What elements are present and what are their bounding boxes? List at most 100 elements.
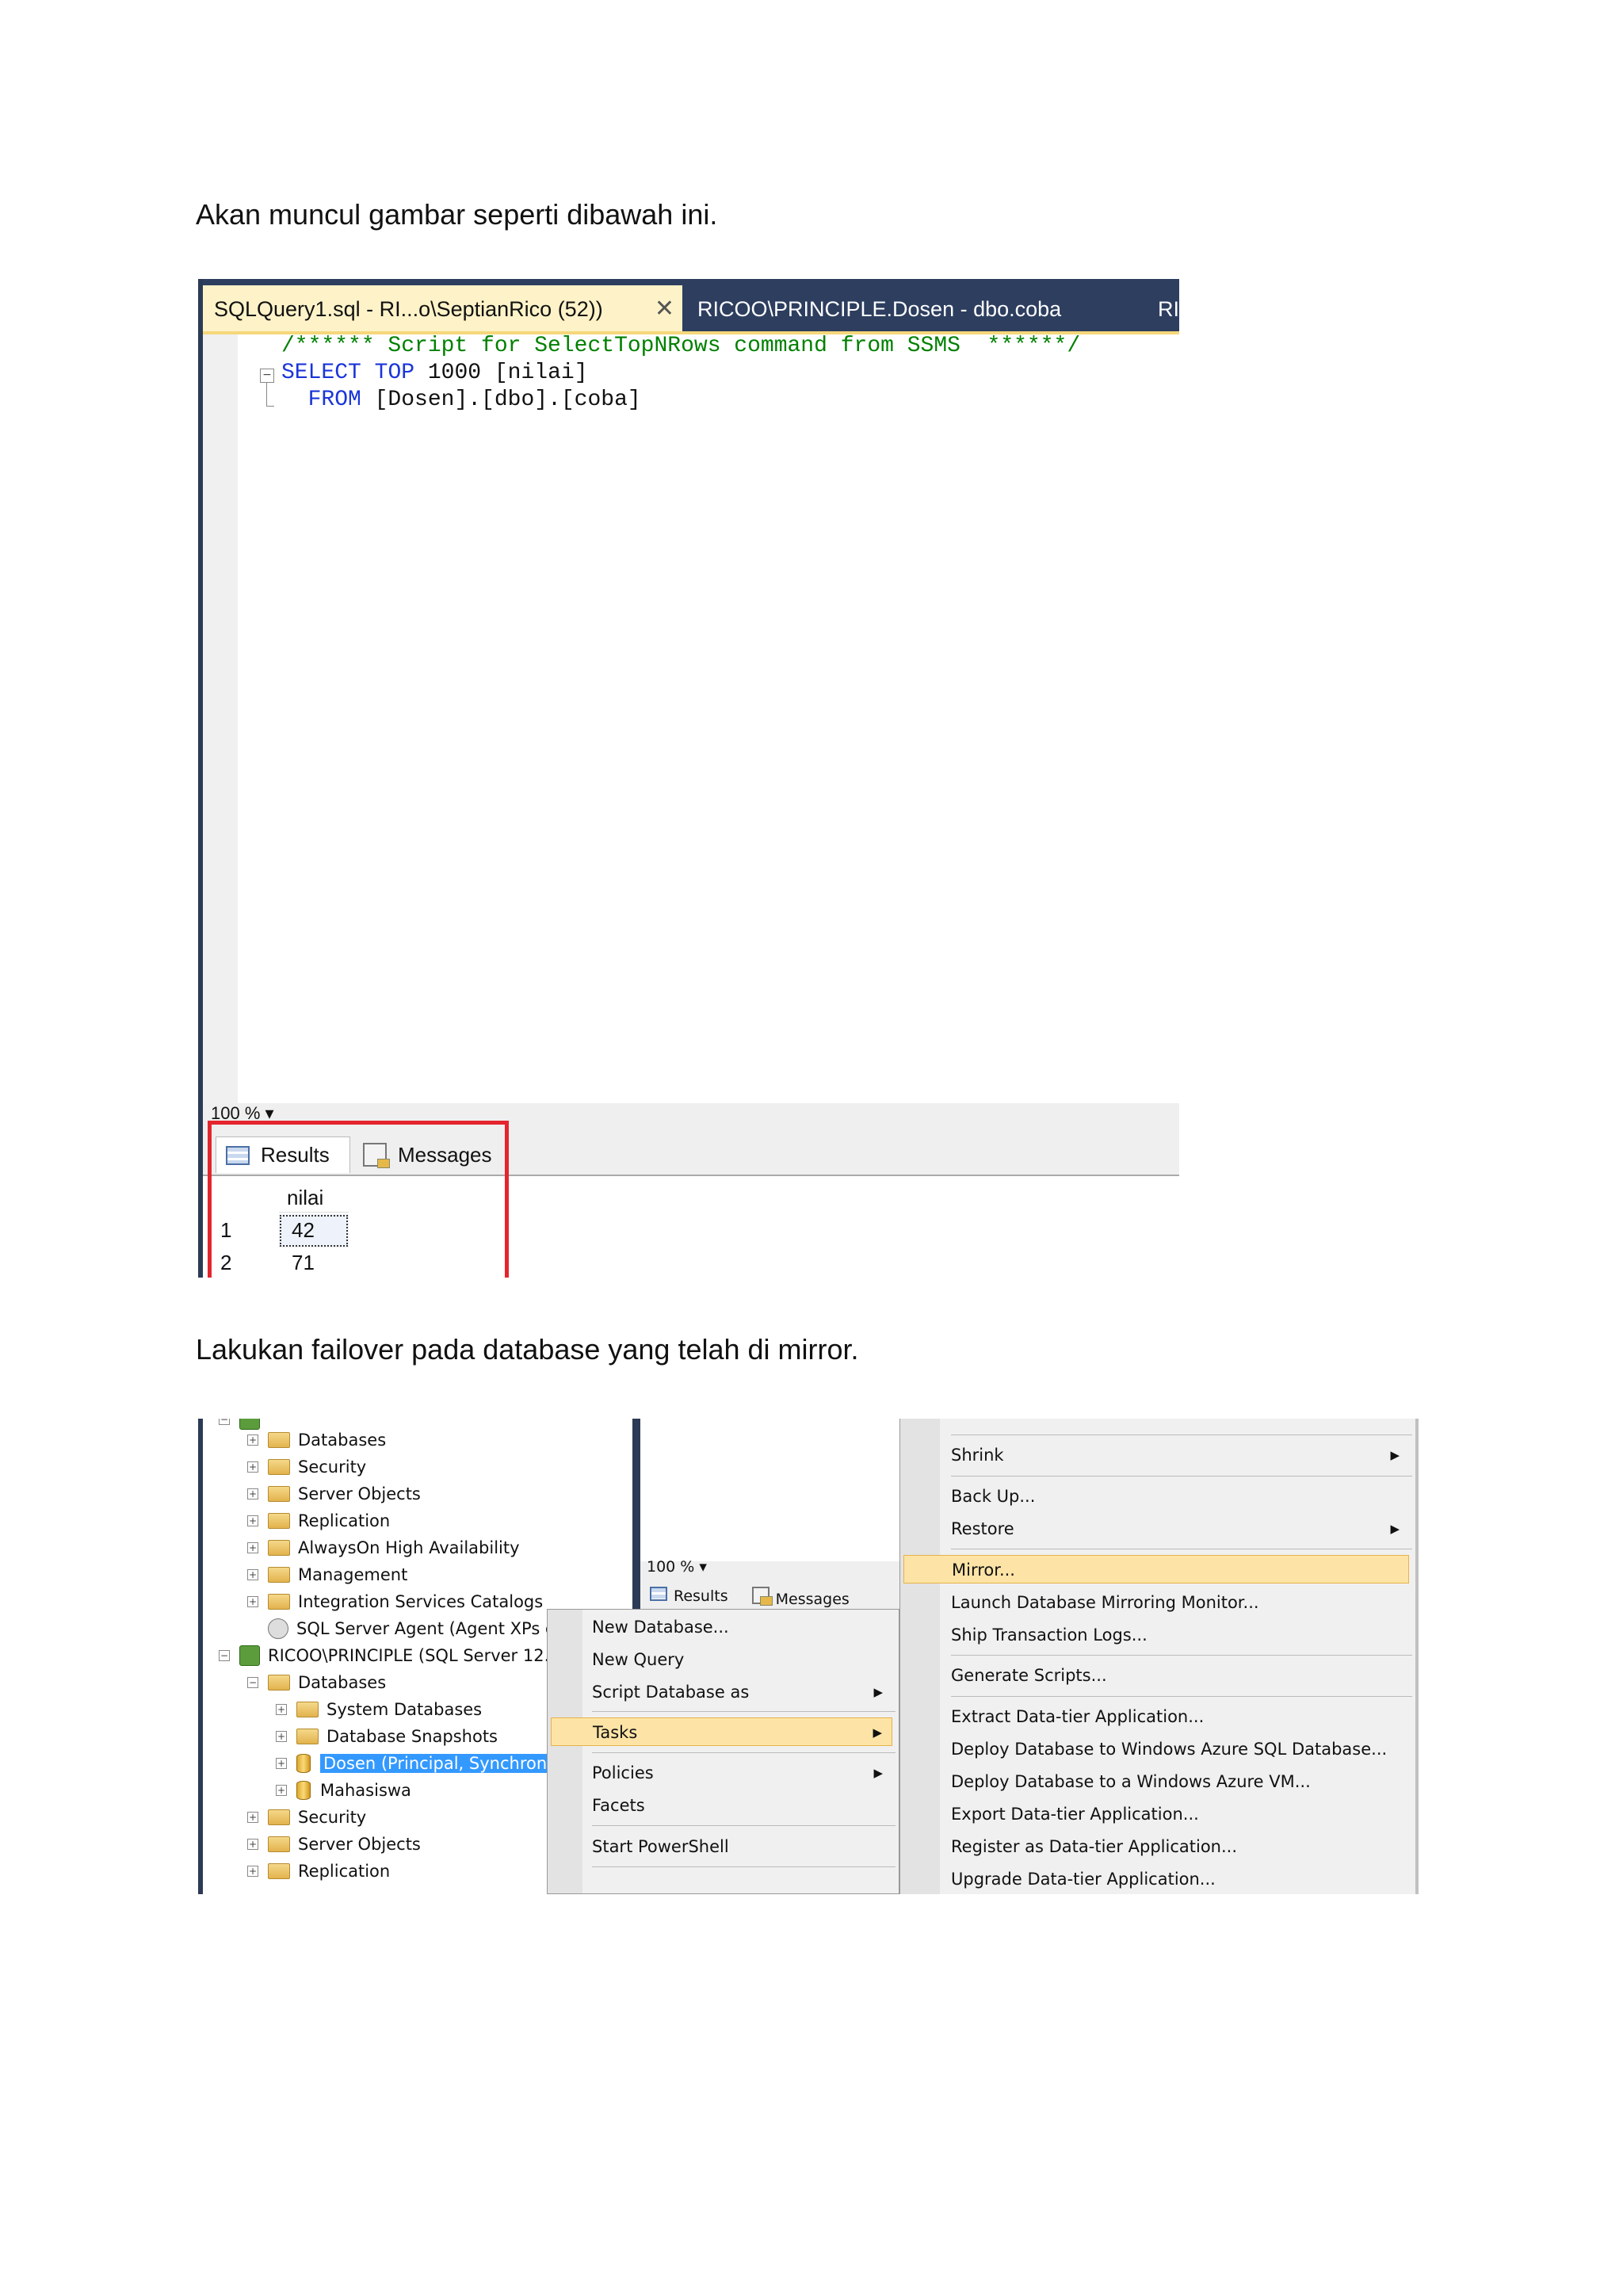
menu-item-deploy-azure-vm[interactable]: Deploy Database to a Windows Azure VM... [951,1767,1409,1796]
query-editor[interactable]: /****** Script for SelectTopNRows comman… [281,333,1080,414]
expand-icon[interactable]: + [247,1866,258,1877]
query-window-screenshot: SQLQuery1.sql - RI...o\SeptianRico (52))… [198,279,1179,1278]
expand-icon[interactable]: + [276,1785,287,1796]
menu-item-back-up[interactable]: Back Up... [951,1482,1409,1511]
expand-icon[interactable]: + [276,1704,287,1715]
collapse-icon[interactable]: − [219,1419,230,1425]
tab-results[interactable]: Results [650,1587,728,1608]
menu-separator [592,1711,896,1712]
submenu-arrow-icon: ▶ [873,1766,883,1780]
submenu-arrow-icon: ▶ [873,1685,883,1699]
tree-item-label: Integration Services Catalogs [298,1592,544,1611]
tree-item-label: Replication [298,1862,391,1881]
tree-item-mahasiswa[interactable]: + Mahasiswa [276,1778,411,1802]
menu-item-register-data-tier[interactable]: Register as Data-tier Application... [951,1832,1409,1861]
menu-item-facets[interactable]: Facets [592,1791,892,1820]
menu-item-label: Restore [951,1519,1014,1538]
code-comment: /****** Script for SelectTopNRows comman… [281,334,1081,358]
menu-item-export-data-tier[interactable]: Export Data-tier Application... [951,1800,1409,1828]
expand-icon[interactable]: + [276,1731,287,1742]
menu-separator [951,1696,1412,1697]
tree-item-replication[interactable]: + Replication [247,1509,390,1533]
menu-item-label: Script Database as [592,1683,750,1702]
tree-item-management[interactable]: + Management [247,1563,407,1587]
menu-item-new-database[interactable]: New Database... [592,1613,892,1641]
tree-item-integration-services[interactable]: + Integration Services Catalogs [247,1590,543,1614]
tree-item-security[interactable]: + Security [247,1805,366,1829]
menu-item-mirror[interactable]: Mirror... [903,1555,1409,1584]
tree-item-label: Mahasiswa [320,1781,411,1800]
expand-icon[interactable]: + [247,1461,258,1473]
menu-separator [951,1476,1412,1477]
menu-item-tasks[interactable]: Tasks ▶ [551,1717,892,1746]
tree-item-databases[interactable]: + Databases [247,1428,386,1452]
tab-sqlquery1[interactable]: SQLQuery1.sql - RI...o\SeptianRico (52))… [203,285,682,333]
code-from-rest: [Dosen].[dbo].[coba] [361,388,641,412]
tab-messages[interactable]: Messages [751,1587,850,1608]
tree-item-system-databases[interactable]: + System Databases [276,1698,482,1721]
menu-item-new-query[interactable]: New Query [592,1645,892,1674]
menu-item-start-powershell[interactable]: Start PowerShell [592,1832,892,1861]
tree-item-databases[interactable]: − Databases [247,1671,386,1694]
tree-item-label: Database Snapshots [327,1727,498,1746]
zoom-value: 100 % [647,1558,695,1576]
menu-item-shrink[interactable]: Shrink ▶ [951,1441,1409,1469]
close-icon[interactable]: ✕ [655,295,674,323]
menu-item-extract-data-tier[interactable]: Extract Data-tier Application... [951,1702,1409,1731]
folder-icon [268,1567,290,1583]
editor-gutter [203,334,238,1103]
tab-truncated[interactable]: RI [1158,285,1179,333]
tree-item-server-objects[interactable]: + Server Objects [247,1832,421,1856]
collapse-icon[interactable]: − [219,1650,230,1661]
expand-icon[interactable]: + [247,1515,258,1526]
tree-item-dosen[interactable]: + Dosen (Principal, Synchroniz [276,1752,564,1775]
menu-item-script-database-as[interactable]: Script Database as ▶ [592,1678,892,1706]
folder-icon [268,1809,290,1825]
keyword-top: TOP [374,361,415,385]
tree-item-label: Management [298,1565,408,1584]
menu-item-policies[interactable]: Policies ▶ [592,1759,892,1787]
tree-item-label: Replication [298,1511,391,1530]
folder-icon [296,1729,319,1744]
tree-item-database-snapshots[interactable]: + Database Snapshots [276,1725,498,1748]
menu-item-upgrade-data-tier[interactable]: Upgrade Data-tier Application... [951,1865,1409,1893]
code-select-rest: 1000 [nilai] [414,361,588,385]
menu-item-ship-transaction-logs[interactable]: Ship Transaction Logs... [951,1621,1409,1649]
menu-item-restore[interactable]: Restore ▶ [951,1515,1409,1543]
tree-item-principal-server[interactable]: − RICOO\PRINCIPLE (SQL Server 12.0. [219,1644,565,1668]
expand-icon[interactable]: + [247,1569,258,1580]
menu-separator [592,1866,896,1867]
database-icon [296,1781,311,1800]
tree-item-replication[interactable]: + Replication [247,1859,390,1883]
zoom-level[interactable]: 100 % ▾ [203,1103,1179,1123]
menu-item-launch-mirroring-monitor[interactable]: Launch Database Mirroring Monitor... [951,1588,1409,1617]
tree-item-label: Databases [298,1431,387,1450]
database-icon [296,1754,311,1773]
folder-icon [268,1459,290,1475]
object-explorer-context-menu-screenshot: − + Databases + Security + Server Objects +… [198,1419,1419,1894]
tree-item-alwayson[interactable]: + AlwaysOn High Availability [247,1536,520,1560]
tab-results-label: Results [674,1587,728,1605]
tree-item-security[interactable]: + Security [247,1455,366,1479]
expand-icon[interactable]: + [247,1542,258,1553]
tree-item-server-objects[interactable]: + Server Objects [247,1482,421,1506]
expand-icon[interactable]: + [247,1812,258,1823]
collapse-icon[interactable]: − [247,1677,258,1688]
menu-item-deploy-azure-sql[interactable]: Deploy Database to Windows Azure SQL Dat… [951,1735,1409,1763]
folder-icon [268,1675,290,1690]
tree-item-sql-agent[interactable]: SQL Server Agent (Agent XPs di [268,1617,560,1641]
expand-icon[interactable]: + [247,1488,258,1499]
menu-item-generate-scripts[interactable]: Generate Scripts... [951,1661,1409,1690]
zoom-level[interactable]: 100 % ▾ [647,1558,707,1576]
expand-icon[interactable]: + [247,1839,258,1850]
keyword-from: FROM [307,388,361,412]
submenu-arrow-icon: ▶ [1390,1448,1400,1462]
tree-item-label: System Databases [327,1700,483,1719]
menu-item-label: Tasks [593,1723,638,1742]
expand-icon[interactable]: + [247,1596,258,1607]
tree-item-label: Security [298,1457,367,1477]
expand-icon[interactable]: + [247,1435,258,1446]
collapse-icon[interactable]: − [260,369,274,383]
tab-dbo-coba[interactable]: RICOO\PRINCIPLE.Dosen - dbo.coba [697,285,1061,333]
expand-icon[interactable]: + [276,1758,287,1769]
